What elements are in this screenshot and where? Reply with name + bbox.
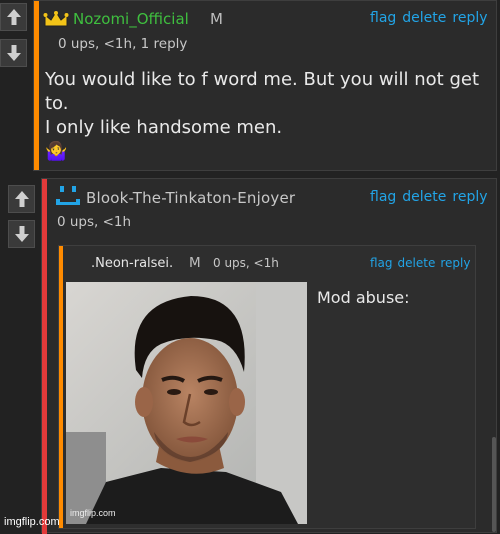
comment-text-line: to. [45, 93, 69, 114]
upvote-button[interactable] [0, 3, 27, 31]
comment-meta: 0 ups, <1h [213, 256, 279, 270]
comment-reply: Blook-The-Tinkaton-Enjoyer flag delete r… [41, 178, 497, 534]
comment-text: You would like to f word me. But you wil… [45, 68, 490, 164]
reply-link[interactable]: reply [452, 10, 487, 26]
comment-accent-bar [59, 246, 63, 528]
mod-badge: M [210, 10, 223, 28]
reply-link[interactable]: reply [452, 189, 487, 205]
comment-actions: flag delete reply [370, 256, 470, 270]
comment-accent-bar [42, 179, 47, 534]
reply-link[interactable]: reply [440, 256, 470, 270]
delete-link[interactable]: delete [398, 256, 436, 270]
comment-text-line: I only like handsome men. [45, 117, 283, 138]
arrow-down-icon [6, 45, 21, 61]
arrow-down-icon [14, 226, 29, 242]
flag-link[interactable]: flag [370, 10, 396, 26]
comment-meta: 0 ups, <1h [57, 214, 132, 230]
mod-badge: M [189, 255, 201, 271]
image-watermark: imgflip.com [70, 508, 116, 518]
delete-link[interactable]: delete [402, 10, 446, 26]
flag-link[interactable]: flag [370, 256, 393, 270]
comment-actions: flag delete reply [370, 189, 488, 205]
username-link[interactable]: Blook-The-Tinkaton-Enjoyer [86, 189, 295, 207]
comment-actions: flag delete reply [370, 10, 488, 26]
downvote-button[interactable] [8, 220, 35, 248]
comment-text-line: You would like to f word me. But you wil… [45, 69, 480, 90]
comment: Nozomi_Official M flag delete reply 0 up… [33, 0, 497, 171]
arrow-up-icon [6, 9, 21, 25]
username-link[interactable]: .Neon-ralsei. [91, 256, 173, 271]
site-watermark: imgflip.com [4, 516, 60, 528]
smiley-face-icon [56, 186, 80, 205]
delete-link[interactable]: delete [402, 189, 446, 205]
crown-icon [43, 11, 69, 27]
meme-image[interactable]: imgflip.com [66, 282, 307, 524]
arrow-up-icon [14, 191, 29, 207]
nested-comment: .Neon-ralsei. M 0 ups, <1h flag delete r… [58, 245, 476, 529]
shrug-emoji: 🤷‍♀️ [45, 141, 68, 162]
username-link[interactable]: Nozomi_Official [73, 10, 189, 28]
comment-meta: 0 ups, <1h, 1 reply [58, 36, 188, 52]
comment-accent-bar [34, 1, 39, 170]
upvote-button[interactable] [8, 185, 35, 213]
comment-text: Mod abuse: [317, 288, 410, 307]
scrollbar[interactable] [492, 437, 496, 532]
flag-link[interactable]: flag [370, 189, 396, 205]
downvote-button[interactable] [0, 39, 27, 67]
man-portrait-image [66, 282, 307, 524]
